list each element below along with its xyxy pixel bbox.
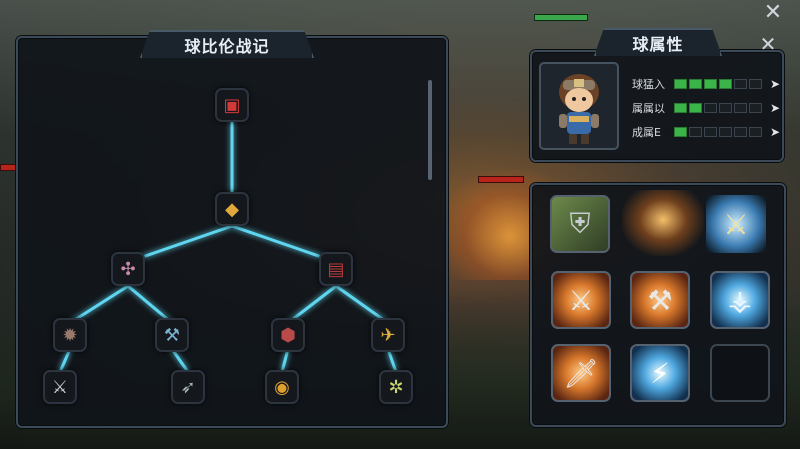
skill-slot-knight-icon[interactable]: ⛨ [550, 195, 610, 253]
stat-label: 属属以 [632, 102, 665, 115]
stat-segment [674, 127, 687, 137]
stat-segment [749, 79, 762, 89]
tree-node-spear-icon[interactable]: ➶ [171, 370, 205, 404]
stat-row: 属属以 ➤ [632, 100, 780, 116]
hero-portrait [539, 62, 619, 150]
stat-segment [704, 79, 717, 89]
skill-slot-empty[interactable] [710, 344, 770, 402]
stat-label: 成属E [632, 126, 661, 139]
skill-banner-explosion [622, 190, 704, 256]
skill-slot-slash-icon[interactable]: ⚔ [551, 271, 611, 329]
skill-slot-blade-icon[interactable]: 🗡 [551, 344, 611, 402]
tree-node-crate-icon[interactable]: ▤ [319, 252, 353, 286]
stat-upgrade-arrow-icon[interactable]: ➤ [770, 101, 780, 115]
tree-node-armor-icon[interactable]: ⬢ [271, 318, 305, 352]
stat-segment [689, 79, 702, 89]
stat-segment [704, 103, 717, 113]
skill-slot-rune-icon[interactable]: ⚶ [710, 271, 770, 329]
attributes-title: 球属性 [594, 28, 722, 56]
tree-node-gear-icon[interactable]: ✹ [53, 318, 87, 352]
stat-level-bar [674, 103, 762, 113]
stat-upgrade-arrow-icon[interactable]: ➤ [770, 125, 780, 139]
stat-label: 球猛入 [632, 78, 665, 91]
stat-segment [719, 127, 732, 137]
hero-avatar-icon [559, 74, 599, 144]
stat-segment [734, 79, 747, 89]
skill-slot-sword-icon[interactable]: ⚔ [706, 195, 766, 253]
stat-segment [749, 103, 762, 113]
stat-segment [674, 103, 687, 113]
stat-segment [674, 79, 687, 89]
stat-row: 球猛入 ➤ [632, 76, 780, 92]
stat-row: 成属E ➤ [632, 124, 780, 140]
skill-slot-axe-icon[interactable]: ⚒ [630, 271, 690, 329]
tree-node-root-chest-icon[interactable]: ▣ [215, 88, 249, 122]
stat-upgrade-arrow-icon[interactable]: ➤ [770, 77, 780, 91]
stat-segment [689, 127, 702, 137]
stat-segment [689, 103, 702, 113]
skill-slot-lightning-icon[interactable]: ⚡ [630, 344, 690, 402]
stat-level-bar [674, 127, 762, 137]
stat-segment [749, 127, 762, 137]
tree-node-bag-icon[interactable]: ◉ [265, 370, 299, 404]
stat-segment [734, 127, 747, 137]
stat-segment [719, 103, 732, 113]
attributes-close-button[interactable]: ✕ [757, 33, 779, 55]
tree-node-pickaxe-icon[interactable]: ⚒ [155, 318, 189, 352]
stat-segment [719, 79, 732, 89]
tree-node-crossbow-icon[interactable]: ✈ [371, 318, 405, 352]
stat-segment [734, 103, 747, 113]
tree-node-sword-icon[interactable]: ⚔ [43, 370, 77, 404]
tree-node-banner-icon[interactable]: ◆ [215, 192, 249, 226]
stat-segment [704, 127, 717, 137]
stat-level-bar [674, 79, 762, 89]
tree-node-staff-icon[interactable]: ✲ [379, 370, 413, 404]
tree-node-rune-icon[interactable]: ✣ [111, 252, 145, 286]
